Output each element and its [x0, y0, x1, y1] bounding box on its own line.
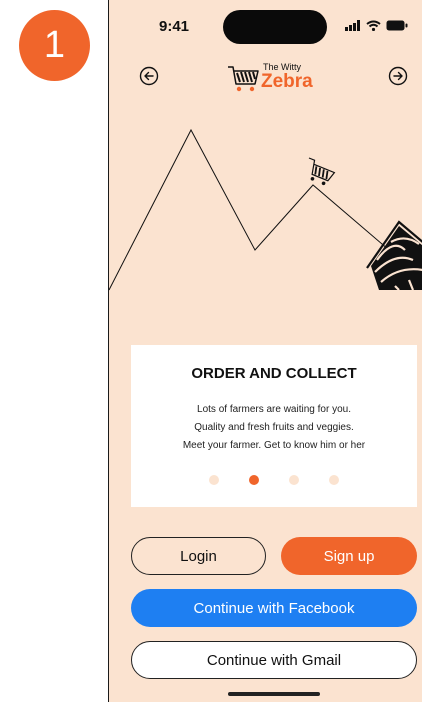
card-line-2: Quality and fresh fruits and veggies. — [194, 422, 354, 433]
login-button[interactable]: Login — [131, 537, 266, 575]
brand-name: Zebra — [261, 71, 313, 92]
signup-button[interactable]: Sign up — [281, 537, 417, 575]
gmail-label: Continue with Gmail — [206, 651, 342, 669]
continue-with-facebook-button[interactable]: Continue with Facebook — [131, 589, 417, 627]
card-description: Lots of farmers are waiting for you. Qua… — [131, 401, 417, 455]
onboarding-card: ORDER AND COLLECT Lots of farmers are wa… — [131, 345, 417, 507]
page-dot[interactable] — [289, 475, 299, 485]
card-line-3: Meet your farmer. Get to know him or her — [182, 440, 366, 451]
status-time: 9:41 — [159, 18, 190, 35]
zebra-cart-logo-icon — [228, 66, 259, 92]
page-dot-active[interactable] — [249, 475, 259, 485]
forward-arrow-icon[interactable] — [388, 66, 408, 86]
status-icons — [345, 20, 408, 31]
back-arrow-icon[interactable] — [139, 66, 159, 86]
card-line-1: Lots of farmers are waiting for you. — [197, 404, 351, 415]
card-title: ORDER AND COLLECT — [191, 365, 357, 382]
pagination-dots — [131, 475, 417, 485]
zebra-cart-illustration-icon — [308, 157, 336, 186]
zebra-house-icon — [366, 220, 422, 291]
signal-icon — [345, 20, 360, 31]
page-dot[interactable] — [209, 475, 219, 485]
step-number-badge: 1 — [19, 10, 90, 81]
signup-label: Sign up — [323, 547, 375, 565]
login-label: Login — [180, 547, 217, 565]
wifi-icon — [366, 20, 381, 31]
home-indicator[interactable] — [228, 692, 320, 696]
mountain-illustration — [109, 128, 422, 291]
dynamic-island — [223, 10, 327, 44]
battery-icon — [386, 20, 408, 31]
continue-with-gmail-button[interactable]: Continue with Gmail — [131, 641, 417, 679]
phone-screen: 9:41 The Witty Zebra ORDER AND COLLECT L… — [108, 0, 422, 702]
step-number: 1 — [43, 24, 66, 66]
page-dot[interactable] — [329, 475, 339, 485]
facebook-label: Continue with Facebook — [193, 599, 355, 617]
